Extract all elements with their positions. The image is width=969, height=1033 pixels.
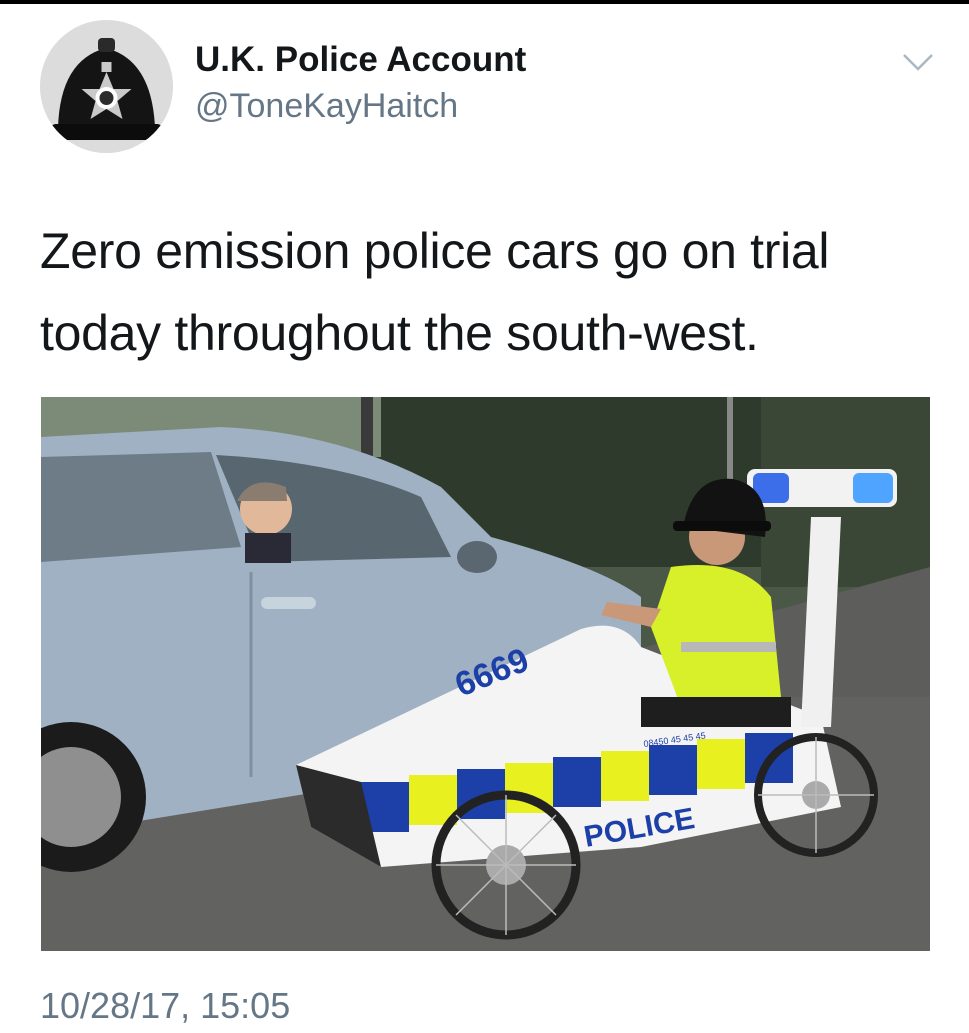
tweet-photo[interactable]: 6669 POLICE 08450 45 45 45 xyxy=(41,397,930,951)
photo-illustration: 6669 POLICE 08450 45 45 45 xyxy=(41,397,930,951)
tweet-text: Zero emission police cars go on trial to… xyxy=(40,223,830,361)
avatar[interactable] xyxy=(40,20,173,153)
tweet-timestamp[interactable]: 10/28/17, 15:05 xyxy=(40,985,290,1027)
top-border xyxy=(0,0,969,4)
tweet-menu-button[interactable] xyxy=(900,50,936,74)
chevron-down-icon xyxy=(903,54,933,71)
police-helmet-avatar-icon xyxy=(40,20,173,153)
author-handle[interactable]: @ToneKayHaitch xyxy=(195,87,458,126)
author-display-name[interactable]: U.K. Police Account xyxy=(195,40,526,80)
